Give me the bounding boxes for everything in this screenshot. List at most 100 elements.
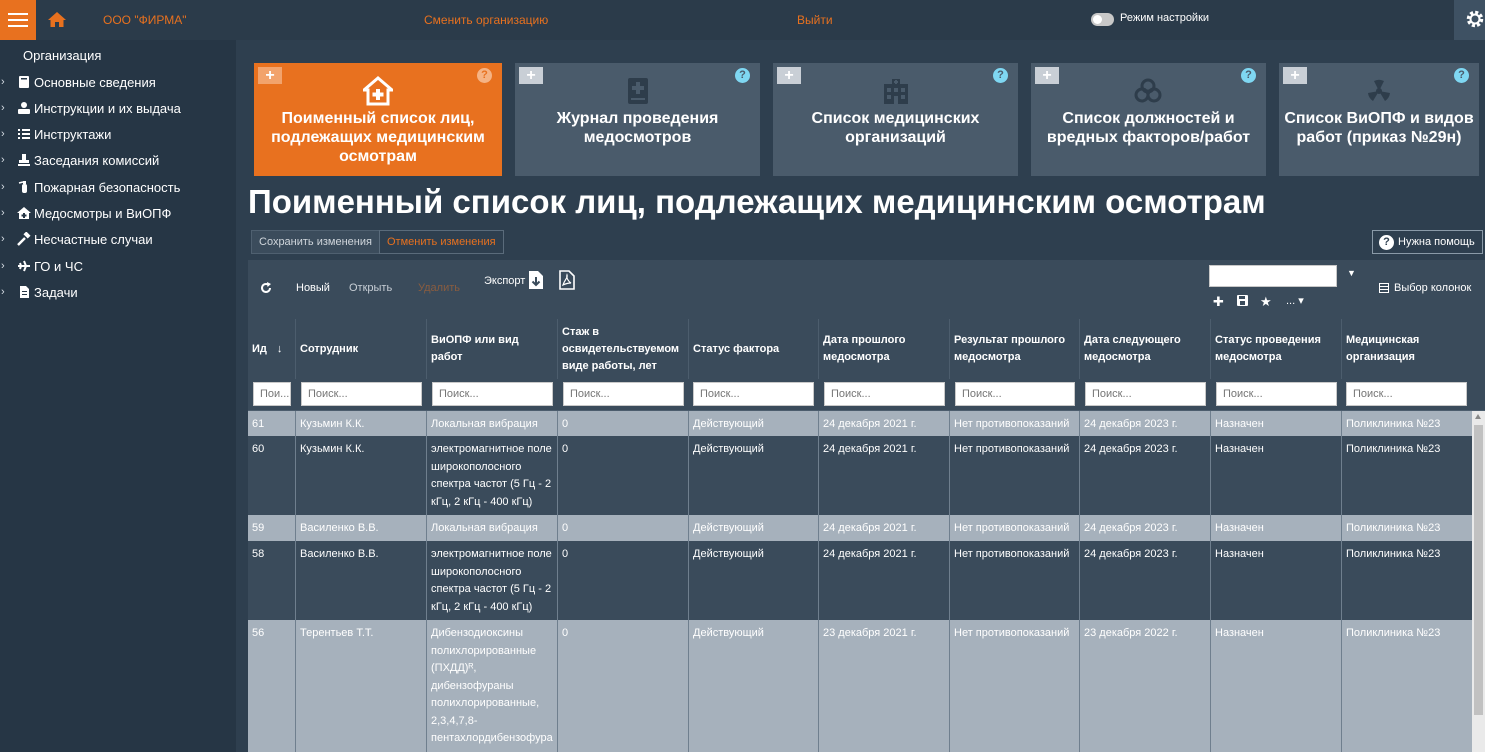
column-header-factor[interactable]: ВиОПФ или вид работ (427, 319, 558, 379)
cell-employee: Кузьмин К.К. (296, 436, 427, 515)
table-row[interactable]: 60 Кузьмин К.К. электромагнитное поле ши… (248, 436, 1472, 515)
help-icon[interactable]: ? (735, 68, 750, 83)
sidebar-item-label: Пожарная безопасность (34, 179, 181, 195)
column-header-experience[interactable]: Стаж в освидетельствуемом виде работы, л… (558, 319, 689, 379)
organization-name-link[interactable]: ООО "ФИРМА" (103, 13, 186, 27)
star-icon[interactable]: ★ (1260, 294, 1272, 310)
select-columns-button[interactable]: Выбор колонок (1394, 282, 1471, 294)
sidebar-item-tasks[interactable]: › Задачи (0, 281, 236, 303)
chevron-right-icon: › (1, 76, 5, 88)
sidebar-item-fire-safety[interactable]: › Пожарная безопасность (0, 176, 236, 198)
help-icon[interactable]: ? (993, 68, 1008, 83)
logout-link[interactable]: Выйти (797, 13, 833, 27)
cancel-changes-button[interactable]: Отменить изменения (379, 230, 504, 254)
cell-medical-org: Поликлиника №23 (1346, 443, 1441, 455)
columns-icon (1379, 283, 1389, 293)
filter-input-employee[interactable] (301, 382, 422, 406)
filter-input-id[interactable] (253, 382, 291, 406)
sidebar-item-basic-info[interactable]: › Основные сведения (0, 71, 236, 93)
scrollbar-thumb[interactable] (1474, 425, 1483, 715)
tile-medical-organizations[interactable]: + ? Список медицинских организаций (773, 63, 1018, 176)
column-header-factor-status[interactable]: Статус фактора (689, 319, 819, 379)
filter-input-factor[interactable] (432, 382, 553, 406)
filter-input-last-exam-result[interactable] (955, 382, 1075, 406)
cell-next-exam-date: 23 декабря 2022 г. (1080, 620, 1211, 752)
help-icon[interactable]: ? (477, 68, 492, 83)
open-button[interactable]: Открыть (349, 282, 392, 294)
help-icon[interactable]: ? (1454, 68, 1469, 83)
cell-last-exam-result: Нет противопоказаний (950, 411, 1080, 436)
sidebar-item-accidents[interactable]: › Несчастные случаи (0, 228, 236, 250)
column-header-employee[interactable]: Сотрудник (296, 319, 427, 379)
settings-mode-toggle[interactable] (1091, 13, 1114, 26)
sidebar-item-briefings[interactable]: › Инструктажи (0, 123, 236, 145)
add-icon[interactable]: ✚ (1213, 294, 1224, 310)
add-icon[interactable]: + (258, 67, 282, 84)
sidebar-item-label: Основные сведения (34, 74, 156, 90)
hammer-icon (17, 232, 31, 246)
cell-id: 58 (248, 541, 296, 620)
column-header-exam-status[interactable]: Статус проведения медосмотра (1211, 319, 1342, 379)
save-changes-button[interactable]: Сохранить изменения (251, 230, 380, 254)
filter-input-next-exam-date[interactable] (1085, 382, 1206, 406)
filter-input-last-exam-date[interactable] (824, 382, 945, 406)
filter-input-medical-org[interactable] (1346, 382, 1467, 406)
new-button[interactable]: Новый (296, 282, 330, 294)
add-icon[interactable]: + (777, 67, 801, 84)
settings-button[interactable] (1454, 0, 1485, 40)
tile-label: Список медицинских организаций (811, 110, 980, 146)
more-menu-button[interactable]: ... ▾ (1286, 294, 1304, 307)
export-download-icon[interactable] (528, 270, 544, 290)
filter-input-experience[interactable] (563, 382, 684, 406)
sidebar-item-medical[interactable]: › Медосмотры и ВиОПФ (0, 202, 236, 224)
help-icon[interactable]: ? (1241, 68, 1256, 83)
table-row[interactable]: 59 Василенко В.В. Локальная вибрация 0 Д… (248, 515, 1472, 541)
cell-last-exam-result: Нет противопоказаний (950, 515, 1080, 541)
delete-button[interactable]: Удалить (418, 282, 460, 294)
need-help-button[interactable]: ? Нужна помощь (1372, 230, 1483, 254)
radiation-icon (1368, 79, 1390, 101)
list-icon (18, 129, 30, 139)
medical-house-icon (17, 207, 31, 219)
refresh-icon[interactable] (260, 282, 272, 294)
stamp-icon (18, 154, 30, 166)
cell-employee: Василенко В.В. (296, 541, 427, 620)
sidebar-item-civil-defense[interactable]: › ГО и ЧС (0, 255, 236, 277)
fire-extinguisher-icon (18, 181, 27, 193)
add-icon[interactable]: + (1283, 67, 1307, 84)
tile-viopf-list[interactable]: + ? Список ВиОПФ и видов работ (приказ №… (1279, 63, 1479, 176)
hamburger-menu-icon[interactable] (0, 0, 36, 40)
cell-next-exam-date: 24 декабря 2023 г. (1080, 436, 1211, 515)
add-icon[interactable]: + (1035, 67, 1059, 84)
cell-employee: Терентьев Т.Т. (296, 620, 427, 752)
filter-input-factor-status[interactable] (693, 382, 814, 406)
sidebar-item-commissions[interactable]: › Заседания комиссий (0, 149, 236, 171)
tile-hazard-factors[interactable]: + ? Список должностей и вредных факторов… (1031, 63, 1266, 176)
column-header-last-exam-result[interactable]: Результат прошлого медосмотра (950, 319, 1080, 379)
table-row[interactable]: 56 Терентьев Т.Т. Дибензодиоксины полихл… (248, 620, 1472, 752)
add-icon[interactable]: + (519, 67, 543, 84)
chevron-right-icon: › (1, 128, 5, 140)
scroll-up-arrow-icon[interactable] (1475, 414, 1481, 419)
tile-medical-journal[interactable]: + ? Журнал проведения медосмотров (515, 63, 760, 176)
change-organization-link[interactable]: Сменить организацию (424, 13, 548, 27)
grid-search-input[interactable] (1209, 265, 1337, 287)
save-icon[interactable] (1237, 295, 1248, 306)
filter-input-exam-status[interactable] (1216, 382, 1337, 406)
pdf-icon[interactable] (559, 270, 575, 290)
chevron-right-icon: › (1, 102, 5, 114)
chevron-right-icon: › (1, 207, 5, 219)
column-header-id[interactable]: Ид ↓ (248, 319, 296, 379)
cell-next-exam-date: 24 декабря 2023 г. (1080, 411, 1211, 436)
vertical-scrollbar[interactable] (1472, 411, 1485, 752)
column-header-last-exam-date[interactable]: Дата прошлого медосмотра (819, 319, 950, 379)
tile-personnel-list[interactable]: + ? Поименный список лиц, подлежащих мед… (254, 63, 502, 176)
chevron-down-icon[interactable]: ▼ (1347, 268, 1356, 278)
sidebar-item-instructions[interactable]: › Инструкции и их выдача (0, 97, 236, 119)
table-row[interactable]: 61 Кузьмин К.К. Локальная вибрация 0 Дей… (248, 411, 1472, 436)
table-row[interactable]: 58 Василенко В.В. электромагнитное поле … (248, 541, 1472, 620)
column-header-medical-org[interactable]: Медицинская организация (1342, 319, 1485, 379)
home-icon[interactable] (47, 10, 67, 30)
settings-mode-label: Режим настройки (1120, 12, 1210, 24)
column-header-next-exam-date[interactable]: Дата следующего медосмотра (1080, 319, 1211, 379)
